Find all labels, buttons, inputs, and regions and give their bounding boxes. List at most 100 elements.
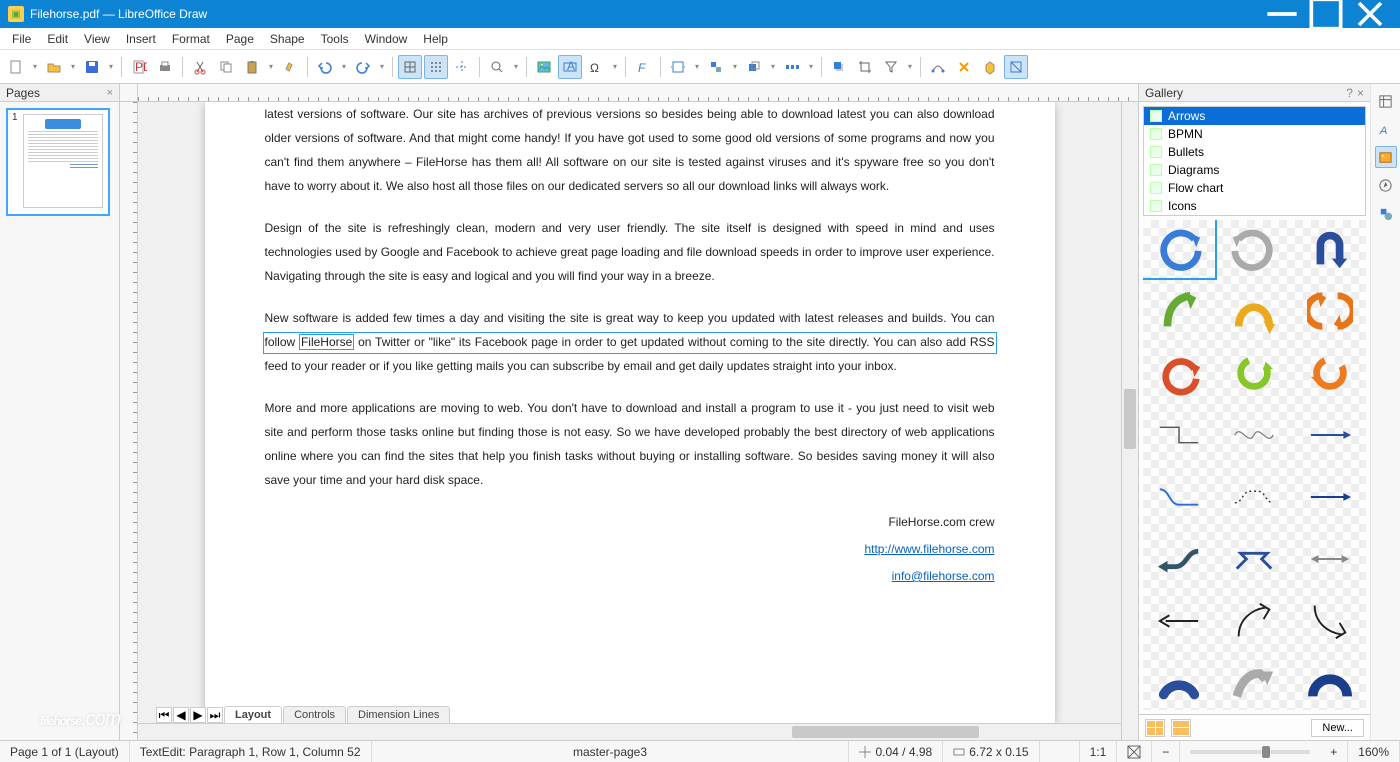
- insert-special-char-icon[interactable]: Ω: [584, 55, 608, 79]
- arrow-wavy-blue[interactable]: [1143, 530, 1215, 588]
- arrow-cycle-orange[interactable]: [1294, 344, 1366, 402]
- arrow-cycle-green[interactable]: [1219, 344, 1291, 402]
- zoom-out-button[interactable]: −: [1152, 741, 1180, 762]
- side-properties-icon[interactable]: [1375, 90, 1397, 112]
- tab-first-icon[interactable]: ⏮: [156, 707, 172, 723]
- save-icon[interactable]: [80, 55, 104, 79]
- guides-icon[interactable]: [450, 55, 474, 79]
- menu-page[interactable]: Page: [218, 30, 262, 48]
- status-flag[interactable]: [1040, 741, 1080, 762]
- paste-dropdown[interactable]: ▾: [266, 62, 276, 71]
- paste-icon[interactable]: [240, 55, 264, 79]
- menu-edit[interactable]: Edit: [39, 30, 76, 48]
- pages-close-icon[interactable]: ×: [107, 87, 113, 99]
- extrusion-icon[interactable]: [978, 55, 1002, 79]
- hscroll-thumb[interactable]: [792, 726, 978, 738]
- zoom-in-button[interactable]: +: [1320, 741, 1348, 762]
- menu-format[interactable]: Format: [164, 30, 218, 48]
- doc-paragraph-3[interactable]: New software is added few times a day an…: [265, 306, 995, 378]
- horizontal-ruler[interactable]: [138, 84, 1138, 102]
- arrow-straight-navy[interactable]: [1294, 468, 1366, 526]
- gallery-new-button[interactable]: New...: [1311, 719, 1364, 737]
- arrange-dropdown[interactable]: ▾: [768, 62, 778, 71]
- arrow-thick-navy[interactable]: [1143, 654, 1215, 710]
- clone-format-icon[interactable]: [278, 55, 302, 79]
- fontwork-icon[interactable]: F: [631, 55, 655, 79]
- distribute-icon[interactable]: [780, 55, 804, 79]
- arrow-curve-blue[interactable]: [1143, 220, 1215, 278]
- gallery-cat-diagrams[interactable]: Diagrams: [1144, 161, 1365, 179]
- arrow-curve-gray[interactable]: [1219, 220, 1291, 278]
- open-icon[interactable]: [42, 55, 66, 79]
- arrow-dotted[interactable]: [1219, 468, 1291, 526]
- signature-link[interactable]: http://www.filehorse.com: [265, 537, 995, 561]
- insert-textbox-icon[interactable]: A: [558, 55, 582, 79]
- arrow-wave-gray[interactable]: [1219, 406, 1291, 464]
- grid-icon[interactable]: [398, 55, 422, 79]
- redo-icon[interactable]: [351, 55, 375, 79]
- align-icon[interactable]: [704, 55, 728, 79]
- arrow-ribbon-gray[interactable]: [1219, 654, 1291, 710]
- arrow-line-corner[interactable]: [1143, 406, 1215, 464]
- gallery-view-icons[interactable]: [1145, 719, 1165, 737]
- filter-icon[interactable]: [879, 55, 903, 79]
- gallery-cat-flowchart[interactable]: Flow chart: [1144, 179, 1365, 197]
- menu-window[interactable]: Window: [357, 30, 416, 48]
- side-gallery-icon[interactable]: [1375, 146, 1397, 168]
- status-fit-icon[interactable]: [1117, 741, 1152, 762]
- copy-icon[interactable]: [214, 55, 238, 79]
- arrow-cycle-red[interactable]: [1143, 344, 1215, 402]
- zoom-icon[interactable]: [485, 55, 509, 79]
- maximize-button[interactable]: [1304, 0, 1348, 28]
- side-navigator-icon[interactable]: [1375, 174, 1397, 196]
- tab-last-icon[interactable]: ⏭: [207, 707, 223, 723]
- gallery-cat-bullets[interactable]: Bullets: [1144, 143, 1365, 161]
- vscroll-thumb[interactable]: [1124, 389, 1136, 449]
- filter-dropdown[interactable]: ▾: [905, 62, 915, 71]
- status-master[interactable]: master-page3: [372, 741, 850, 762]
- arrow-up-green[interactable]: [1143, 282, 1215, 340]
- points-icon[interactable]: [926, 55, 950, 79]
- tab-layout[interactable]: Layout: [224, 706, 282, 723]
- doc-paragraph-4[interactable]: More and more applications are moving to…: [265, 396, 995, 492]
- arrow-double-orange[interactable]: [1294, 282, 1366, 340]
- special-char-dropdown[interactable]: ▾: [610, 62, 620, 71]
- page-view[interactable]: latest versions of software. Our site ha…: [138, 102, 1121, 723]
- status-page[interactable]: Page 1 of 1 (Layout): [0, 741, 130, 762]
- glue-icon[interactable]: [952, 55, 976, 79]
- tab-next-icon[interactable]: ▶: [190, 707, 206, 723]
- side-shapes-icon[interactable]: [1375, 202, 1397, 224]
- signature-name[interactable]: FileHorse.com crew: [265, 510, 995, 534]
- arrow-uturn-blue[interactable]: [1294, 220, 1366, 278]
- transform-icon[interactable]: [666, 55, 690, 79]
- undo-dropdown[interactable]: ▾: [339, 62, 349, 71]
- arrow-left-black[interactable]: [1143, 592, 1215, 650]
- gallery-cat-icons[interactable]: Icons: [1144, 197, 1365, 215]
- status-zoom[interactable]: 160%: [1348, 741, 1400, 762]
- menu-help[interactable]: Help: [415, 30, 456, 48]
- new-dropdown[interactable]: ▾: [30, 62, 40, 71]
- shadow-icon[interactable]: [827, 55, 851, 79]
- side-styles-icon[interactable]: A: [1375, 118, 1397, 140]
- vertical-ruler[interactable]: [120, 102, 138, 740]
- tab-prev-icon[interactable]: ◀: [173, 707, 189, 723]
- arrow-zigzag-navy[interactable]: [1219, 530, 1291, 588]
- vertical-scrollbar[interactable]: [1121, 102, 1138, 740]
- menu-tools[interactable]: Tools: [313, 30, 357, 48]
- undo-icon[interactable]: [313, 55, 337, 79]
- menu-file[interactable]: File: [4, 30, 39, 48]
- transform-dropdown[interactable]: ▾: [692, 62, 702, 71]
- menu-insert[interactable]: Insert: [118, 30, 164, 48]
- draw-icon[interactable]: [1004, 55, 1028, 79]
- arrow-straight-blue[interactable]: [1294, 406, 1366, 464]
- distribute-dropdown[interactable]: ▾: [806, 62, 816, 71]
- redo-dropdown[interactable]: ▾: [377, 62, 387, 71]
- zoom-dropdown[interactable]: ▾: [511, 62, 521, 71]
- arrow-curved-down-black[interactable]: [1294, 592, 1366, 650]
- gallery-cat-bpmn[interactable]: BPMN: [1144, 125, 1365, 143]
- cut-icon[interactable]: [188, 55, 212, 79]
- menu-view[interactable]: View: [76, 30, 118, 48]
- arrow-arch-navy[interactable]: [1294, 654, 1366, 710]
- new-icon[interactable]: [4, 55, 28, 79]
- arrow-curved-up-black[interactable]: [1219, 592, 1291, 650]
